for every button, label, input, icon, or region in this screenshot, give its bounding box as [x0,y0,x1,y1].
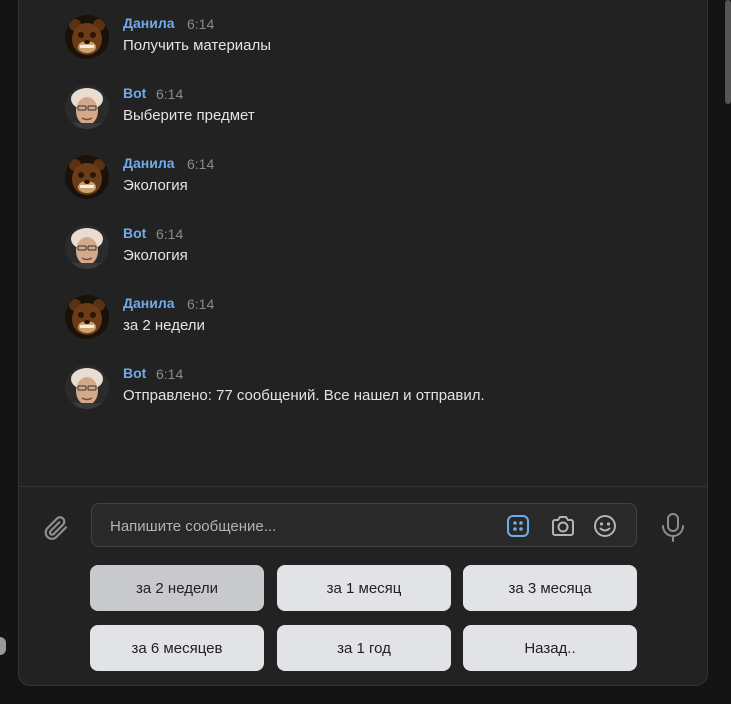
message-time: 6:14 [187,156,215,172]
bear-avatar[interactable] [65,295,109,339]
message: Bot 6:14 Экология [65,225,665,273]
message-text: Отправлено: 77 сообщений. Все нашел и от… [123,387,485,404]
attach-icon[interactable] [41,513,71,543]
keyboard-button-3-months[interactable]: за 3 месяца [463,565,637,611]
message-author[interactable]: Bot [123,225,146,241]
message-text: Получить материалы [123,37,272,54]
message-text: Выберите предмет [123,107,255,124]
message-time: 6:14 [156,366,184,382]
chat-panel: Данила 6:14 Получить материалы Bot 6:14 … [18,0,708,686]
side-handle [0,637,6,655]
message-author[interactable]: Данила [123,15,175,31]
message-author[interactable]: Bot [123,85,146,101]
keyboard-button-2-weeks[interactable]: за 2 недели [90,565,264,611]
keyboard-button-1-year[interactable]: за 1 год [277,625,451,671]
bear-avatar[interactable] [65,15,109,59]
message-text: Экология [123,177,188,194]
message: Bot 6:14 Выберите предмет [65,85,665,133]
message-time: 6:14 [187,16,215,32]
microphone-icon[interactable] [659,511,687,543]
person-avatar[interactable] [65,365,109,409]
message-time: 6:14 [156,86,184,102]
bear-avatar[interactable] [65,155,109,199]
message-author[interactable]: Данила [123,295,175,311]
emoji-icon[interactable] [592,513,618,539]
message-composer [91,503,637,547]
message: Данила 6:14 за 2 недели [65,295,665,343]
person-avatar[interactable] [65,85,109,129]
message-input[interactable] [108,514,492,538]
message-author[interactable]: Bot [123,365,146,381]
message-author[interactable]: Данила [123,155,175,171]
message: Данила 6:14 Получить материалы [65,15,665,63]
keyboard-button-1-month[interactable]: за 1 месяц [277,565,451,611]
person-avatar[interactable] [65,225,109,269]
message-time: 6:14 [187,296,215,312]
message-text: Экология [123,247,188,264]
message: Данила 6:14 Экология [65,155,665,203]
keyboard-button-back[interactable]: Назад.. [463,625,637,671]
keyboard-button-6-months[interactable]: за 6 месяцев [90,625,264,671]
camera-icon[interactable] [550,513,576,539]
message: Bot 6:14 Отправлено: 77 сообщений. Все н… [65,365,665,413]
message-time: 6:14 [156,226,184,242]
composer-divider [19,486,707,487]
message-text: за 2 недели [123,317,205,334]
page-scrollbar[interactable] [725,0,731,104]
keyboard-icon[interactable] [505,513,531,539]
